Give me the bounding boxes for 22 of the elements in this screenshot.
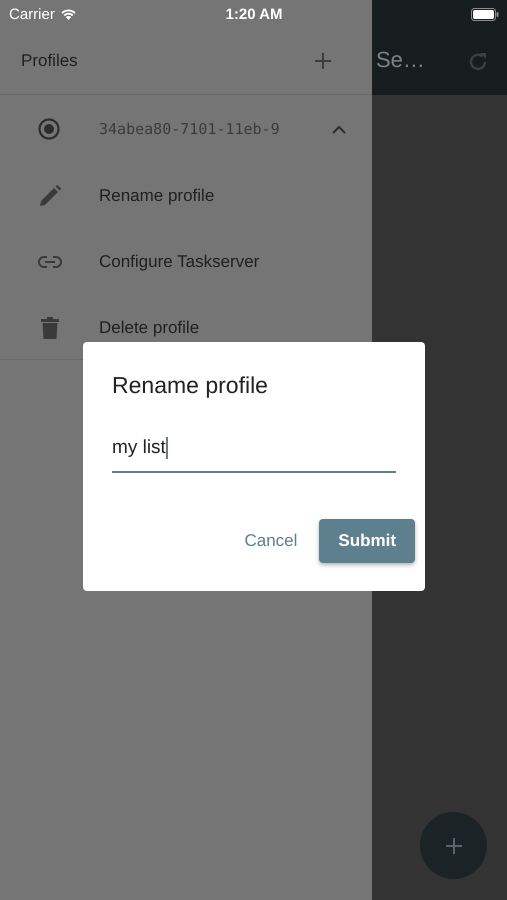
radio-selected-icon[interactable] xyxy=(38,118,60,140)
carrier-name: Carrier xyxy=(9,6,55,22)
dialog-title: Rename profile xyxy=(112,372,269,399)
cancel-button[interactable]: Cancel xyxy=(240,519,302,563)
chevron-up-icon[interactable] xyxy=(332,124,346,134)
battery-icon xyxy=(471,8,499,20)
drawer-menu-item[interactable]: Rename profile xyxy=(0,163,372,229)
drawer-title: Profiles xyxy=(21,51,78,71)
profile-name[interactable]: 34abea80-7101-11eb-9 xyxy=(99,120,332,138)
trash-icon xyxy=(38,317,62,339)
name-input-field[interactable]: my list xyxy=(112,435,396,473)
drawer-menu-item[interactable]: Delete profile xyxy=(0,295,372,361)
refresh-icon[interactable] xyxy=(467,51,489,73)
add-icon xyxy=(444,836,462,854)
add-icon[interactable] xyxy=(314,52,332,70)
submit-button[interactable]: Submit xyxy=(319,519,415,563)
link-icon xyxy=(38,256,62,268)
app-bar-title: Se… xyxy=(376,47,425,73)
pencil-icon xyxy=(38,185,62,207)
wifi-icon xyxy=(60,8,77,20)
drawer-menu-item[interactable]: Configure Taskserver xyxy=(0,229,372,295)
clock-time: 1:20 AM xyxy=(226,6,282,22)
